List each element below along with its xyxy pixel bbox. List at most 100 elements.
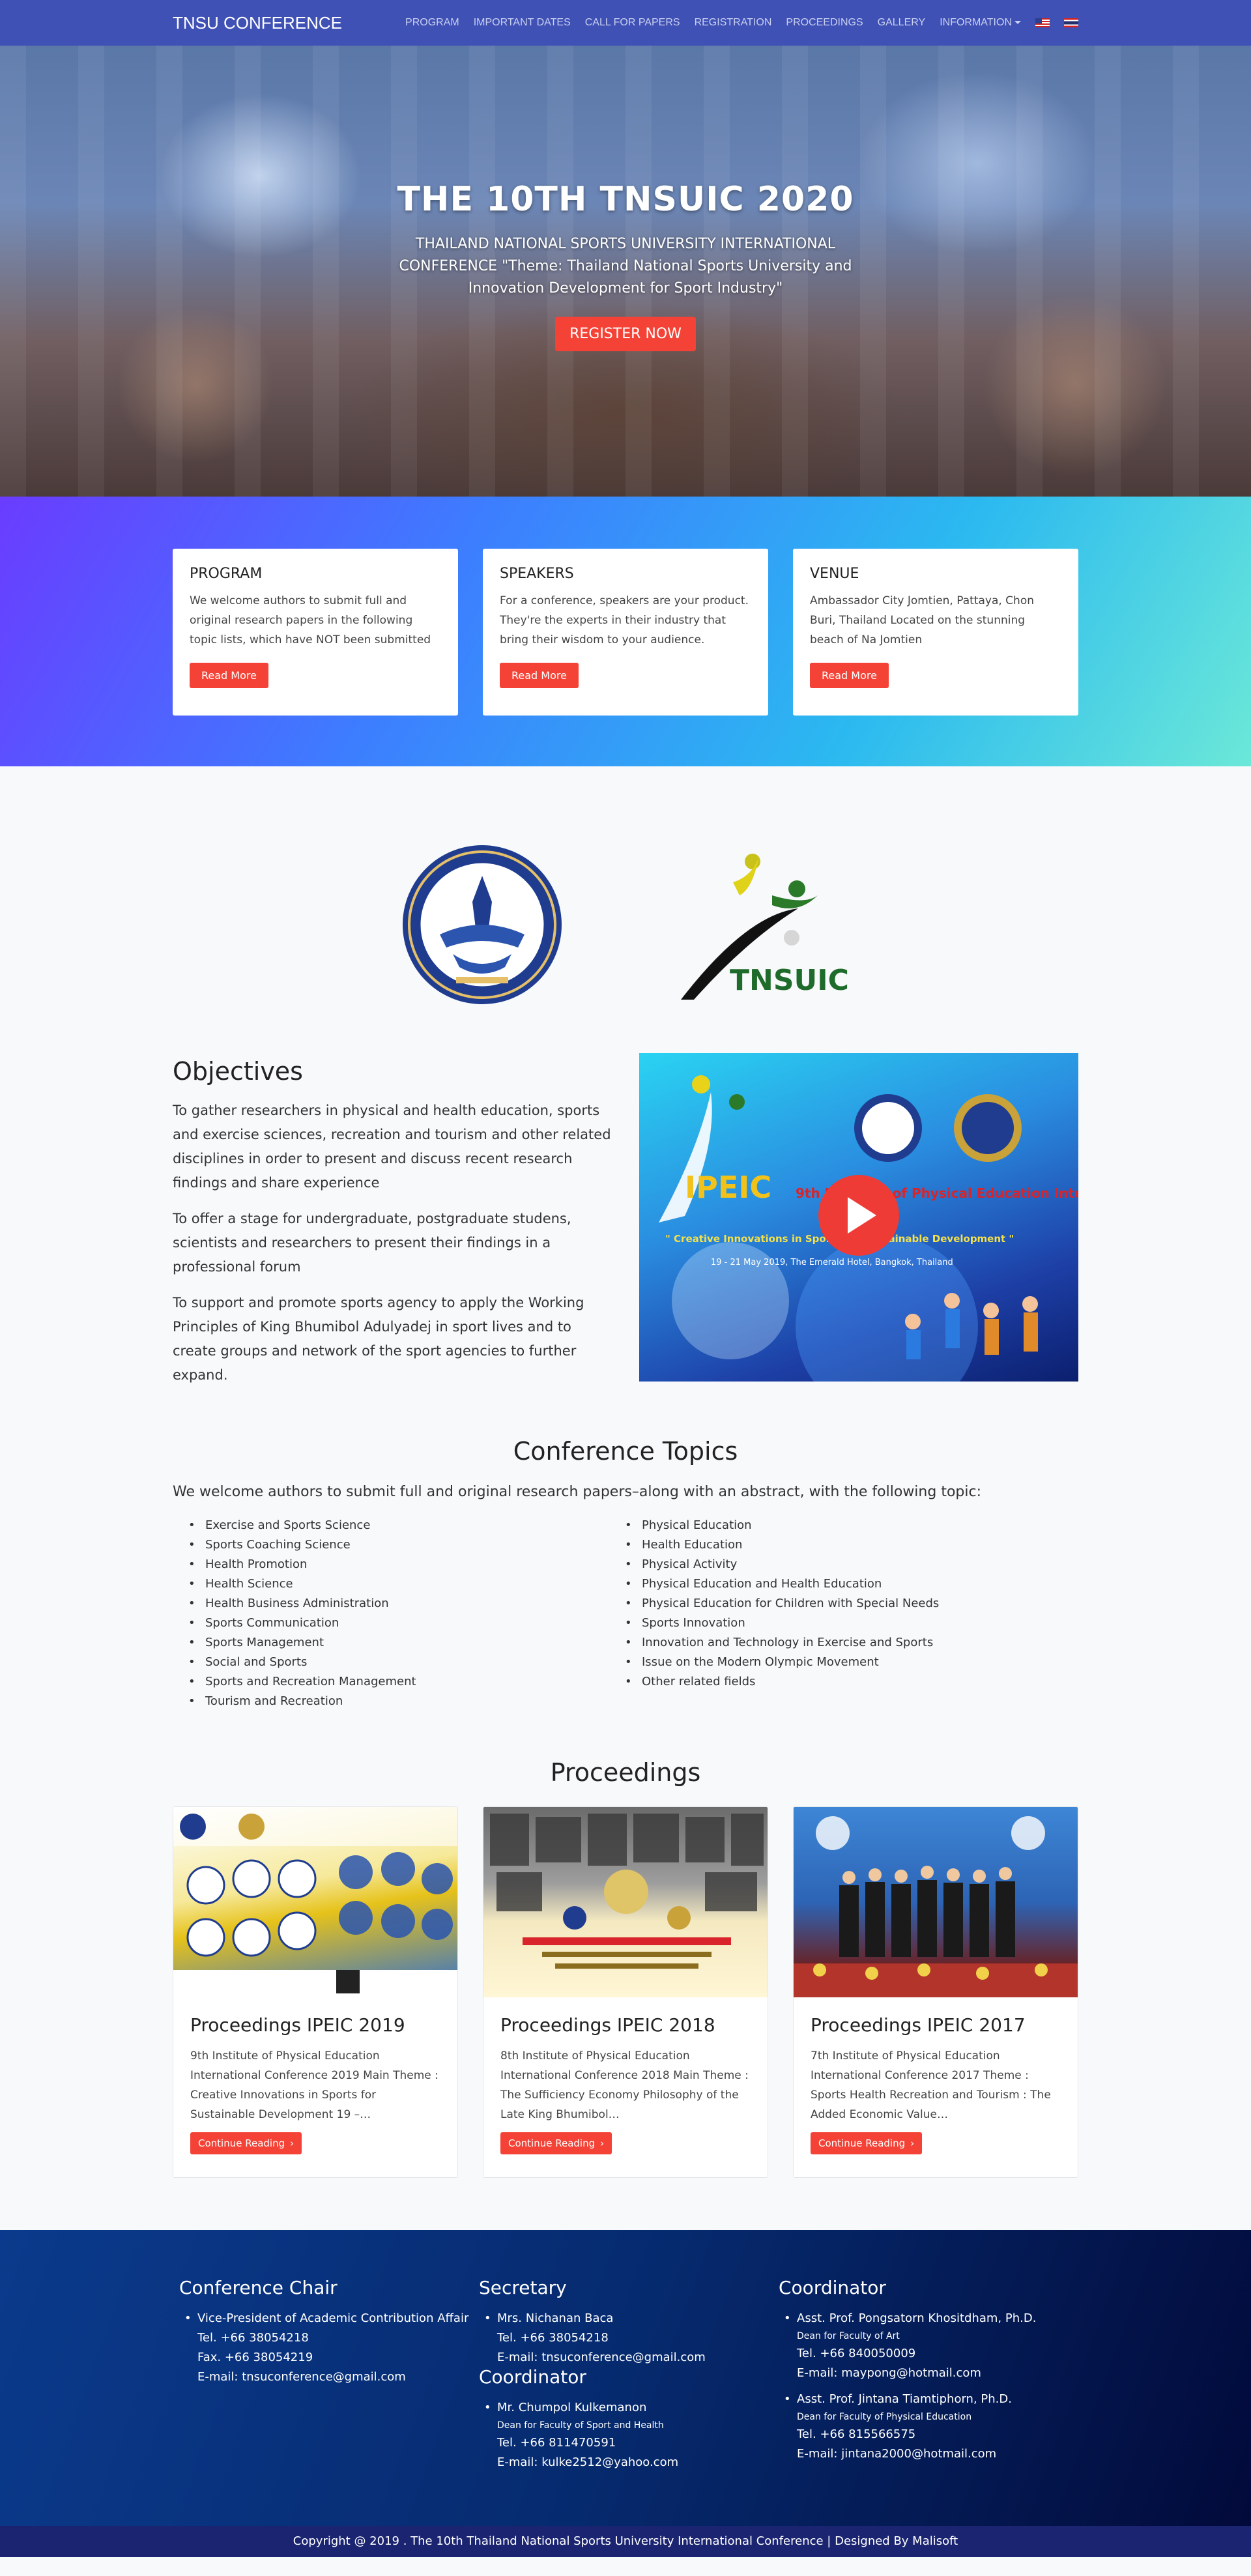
continue-reading-button[interactable]: Continue Reading › — [190, 2132, 302, 2154]
card-text: For a conference, speakers are your prod… — [500, 594, 749, 646]
list-item: Other related fields — [625, 1672, 1078, 1692]
list-item: Physical Education — [625, 1516, 1078, 1535]
contact-role: Dean for Faculty of Art — [797, 2331, 900, 2341]
tnsuic-logo: TNSUIC — [681, 854, 849, 1000]
contact-name: Vice-President of Academic Contribution … — [197, 2311, 469, 2325]
list-item: Health Promotion — [188, 1555, 642, 1574]
main-nav: PROGRAM IMPORTANT DATES CALL FOR PAPERS … — [405, 17, 1078, 29]
footer: Conference Chair Vice-President of Acade… — [0, 2230, 1251, 2526]
topics-list-right: Physical Education Health Education Phys… — [625, 1516, 1078, 1711]
contact-email[interactable]: E-mail: maypong@hotmail.com — [797, 2364, 1078, 2383]
video-brand-text: IPEIC — [685, 1170, 771, 1205]
contact-tel: Tel. +66 38054218 — [497, 2331, 609, 2345]
venue-read-more-button[interactable]: Read More — [810, 663, 889, 688]
feature-band: PROGRAM We welcome authors to submit ful… — [0, 497, 1251, 766]
nav-information-dropdown[interactable]: INFORMATION — [940, 17, 1021, 29]
chevron-right-icon: › — [600, 2137, 605, 2149]
objectives-title: Objectives — [173, 1057, 303, 1086]
contact-name: Mrs. Nichanan Baca — [497, 2311, 614, 2325]
list-item: Sports Innovation — [625, 1614, 1078, 1633]
contact-role: Dean for Faculty of Sport and Health — [497, 2420, 664, 2431]
topics-list-left: Exercise and Sports Science Sports Coach… — [188, 1516, 642, 1711]
proceeding-2018-poster — [490, 1814, 764, 1969]
hero-title: THE 10TH TNSUIC 2020 — [397, 180, 854, 219]
proceeding-title[interactable]: Proceedings IPEIC 2019 — [190, 2014, 440, 2036]
proceeding-title[interactable]: Proceedings IPEIC 2018 — [500, 2014, 751, 2036]
objective-paragraph: To offer a stage for undergraduate, post… — [173, 1211, 571, 1275]
contact-email[interactable]: E-mail: kulke2512@yahoo.com — [497, 2453, 779, 2472]
proceeding-excerpt: 7th Institute of Physical Education Inte… — [811, 2049, 1051, 2121]
contact-tel: Tel. +66 840050009 — [797, 2347, 916, 2360]
conference-video[interactable]: IPEIC 9th Institute of Physical Educatio… — [639, 1053, 1078, 1382]
card-title: PROGRAM — [190, 566, 263, 582]
nav-program[interactable]: PROGRAM — [405, 17, 459, 29]
tnsu-seal-logo — [403, 845, 562, 1004]
hero-subtitle: THAILAND NATIONAL SPORTS UNIVERSITY INTE… — [399, 236, 852, 297]
us-flag-icon[interactable] — [1035, 18, 1050, 27]
play-icon[interactable] — [818, 1175, 899, 1256]
list-item: Exercise and Sports Science — [188, 1516, 642, 1535]
speakers-card: SPEAKERS For a conference, speakers are … — [483, 549, 768, 716]
thai-flag-icon[interactable] — [1064, 18, 1078, 27]
chevron-right-icon: › — [910, 2137, 915, 2149]
proceeding-2019-poster — [173, 1807, 457, 1997]
footer-contact: Vice-President of Academic Contribution … — [184, 2309, 479, 2387]
video-date-text: 19 - 21 May 2019, The Emerald Hotel, Ban… — [711, 1258, 953, 1267]
objective-paragraph: To support and promote sports agency to … — [173, 1295, 584, 1383]
list-item: Sports Management — [188, 1633, 642, 1653]
footer-heading: Coordinator — [779, 2277, 886, 2298]
nav-call-for-papers[interactable]: CALL FOR PAPERS — [585, 17, 680, 29]
card-title: VENUE — [810, 566, 859, 582]
nav-important-dates[interactable]: IMPORTANT DATES — [474, 17, 571, 29]
topics-section: Conference Topics We welcome authors to … — [173, 1437, 1078, 1711]
list-item: Social and Sports — [188, 1653, 642, 1672]
list-item: Issue on the Modern Olympic Movement — [625, 1653, 1078, 1672]
topics-title: Conference Topics — [513, 1437, 738, 1466]
continue-reading-button[interactable]: Continue Reading › — [811, 2132, 923, 2154]
program-read-more-button[interactable]: Read More — [190, 663, 268, 688]
objectives-section: Objectives To gather researchers in phys… — [173, 1053, 1078, 1399]
navbar: TNSU CONFERENCE PROGRAM IMPORTANT DATES … — [0, 0, 1251, 46]
list-item: Sports Coaching Science — [188, 1535, 642, 1555]
contact-tel: Tel. +66 38054218 — [197, 2331, 309, 2345]
chevron-right-icon: › — [290, 2137, 295, 2149]
tnsuic-logo-text: TNSUIC — [730, 964, 849, 997]
contact-email[interactable]: E-mail: tnsuconference@gmail.com — [197, 2367, 479, 2387]
nav-proceedings[interactable]: PROCEEDINGS — [786, 17, 863, 29]
list-item: Innovation and Technology in Exercise an… — [625, 1633, 1078, 1653]
contact-name: Mr. Chumpol Kulkemanon — [497, 2401, 647, 2414]
list-item: Physical Education for Children with Spe… — [625, 1594, 1078, 1614]
list-item: Tourism and Recreation — [188, 1692, 642, 1711]
list-item: Physical Education and Health Education — [625, 1574, 1078, 1594]
proceedings-title: Proceedings — [550, 1758, 701, 1787]
brand-logo[interactable]: TNSU CONFERENCE — [173, 13, 342, 33]
proceeding-card-2017: Proceedings IPEIC 2017 7th Institute of … — [793, 1806, 1078, 2178]
proceeding-card-2019: Proceedings IPEIC 2019 9th Institute of … — [173, 1806, 458, 2178]
proceeding-excerpt: 8th Institute of Physical Education Inte… — [500, 2049, 749, 2121]
footer-contact: Asst. Prof. Pongsatorn Khositdham, Ph.D.… — [784, 2309, 1078, 2383]
footer-heading: Conference Chair — [179, 2277, 338, 2298]
footer-contact: Mr. Chumpol Kulkemanon Dean for Faculty … — [484, 2398, 779, 2472]
proceeding-2019-image[interactable] — [173, 1807, 457, 1997]
proceeding-2018-image[interactable] — [483, 1807, 768, 1997]
topics-intro: We welcome authors to submit full and or… — [173, 1484, 981, 1500]
continue-reading-label: Continue Reading — [198, 2137, 285, 2149]
contact-role: Dean for Faculty of Physical Education — [797, 2412, 972, 2422]
contact-tel: Tel. +66 811470591 — [497, 2436, 616, 2450]
contact-email[interactable]: E-mail: tnsuconference@gmail.com — [497, 2348, 779, 2367]
register-now-button[interactable]: REGISTER NOW — [555, 317, 696, 351]
chevron-down-icon — [1014, 21, 1021, 25]
copyright-bar: Copyright @ 2019 . The 10th Thailand Nat… — [0, 2526, 1251, 2557]
contact-fax: Fax. +66 38054219 — [197, 2351, 313, 2364]
card-text: We welcome authors to submit full and or… — [190, 594, 431, 646]
objective-paragraph: To gather researchers in physical and he… — [173, 1103, 611, 1191]
footer-coordinator: Coordinator Asst. Prof. Pongsatorn Khosi… — [779, 2277, 1078, 2479]
program-card: PROGRAM We welcome authors to submit ful… — [173, 549, 458, 716]
speakers-read-more-button[interactable]: Read More — [500, 663, 579, 688]
proceeding-title[interactable]: Proceedings IPEIC 2017 — [811, 2014, 1061, 2036]
nav-registration[interactable]: REGISTRATION — [695, 17, 772, 29]
continue-reading-button[interactable]: Continue Reading › — [500, 2132, 612, 2154]
nav-gallery[interactable]: GALLERY — [878, 17, 926, 29]
proceeding-2017-image[interactable] — [794, 1807, 1078, 1997]
contact-email[interactable]: E-mail: jintana2000@hotmail.com — [797, 2444, 1078, 2464]
